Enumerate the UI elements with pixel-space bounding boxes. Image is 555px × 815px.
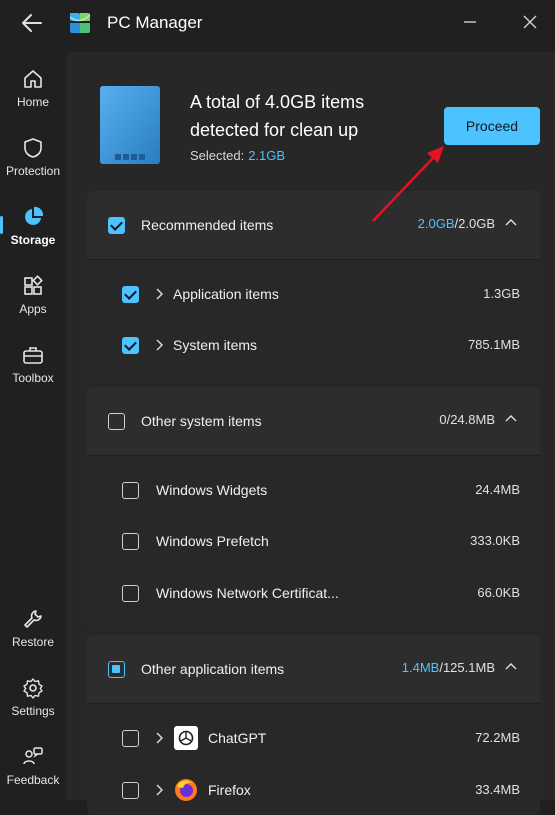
list-item[interactable]: System items 785.1MB [87,311,540,362]
item-label: Windows Network Certificat... [156,585,339,601]
pc-manager-logo-icon [68,11,92,35]
minimize-icon [464,21,476,23]
sidebar-item-label: Storage [10,233,56,247]
other-application-items-list: ChatGPT 72.2MB Firefox 33.4MB [87,704,540,815]
sidebar-item-label: Home [16,95,49,109]
list-item[interactable]: Windows Network Certificat... 66.0KB [87,559,540,611]
chevron-up-icon[interactable] [504,412,518,426]
sidebar-item-label: Toolbox [12,371,54,385]
shield-icon [24,138,42,158]
item-size: 72.2MB [475,730,520,745]
system-items-checkbox[interactable] [122,337,139,354]
other-system-items-checkbox[interactable] [108,413,125,430]
item-size: 785.1MB [467,337,520,352]
recommended-items-list: Application items 1.3GB System items 785… [87,260,540,381]
item-size: 333.0KB [470,533,520,548]
list-item[interactable]: Application items 1.3GB [87,260,540,311]
storage-drive-icon [100,86,160,164]
sidebar-item-label: Settings [11,704,55,718]
sidebar-item-restore[interactable]: Restore [0,596,66,658]
windows-prefetch-checkbox[interactable] [122,533,139,550]
section-size: 2.0GB/2.0GB [417,216,495,231]
other-system-items-header[interactable]: Other system items 0/24.8MB [87,387,540,455]
proceed-button[interactable]: Proceed [444,107,540,145]
sidebar-item-storage[interactable]: Storage [0,194,66,256]
pie-chart-icon [25,206,44,225]
section-label: Recommended items [141,217,274,233]
application-items-checkbox[interactable] [122,286,139,303]
other-application-items-panel: Other application items 1.4MB/125.1MB Ch… [87,635,540,815]
app-title: PC Manager [107,13,203,32]
feedback-icon [23,747,43,765]
selected-summary: Selected: 2.1GB [190,148,285,163]
sidebar-item-label: Feedback [6,773,60,787]
gear-icon [23,678,43,699]
list-item[interactable]: Firefox 33.4MB [87,756,540,808]
active-indicator [0,216,3,234]
sidebar-item-label: Protection [5,164,61,178]
item-label: Windows Prefetch [156,533,269,549]
chevron-right-icon[interactable] [154,783,164,797]
sidebar-item-toolbox[interactable]: Toolbox [0,332,66,394]
item-size: 33.4MB [475,782,520,797]
chatgpt-checkbox[interactable] [122,730,139,747]
sidebar-item-label: Restore [11,635,55,649]
other-system-items-list: Windows Widgets 24.4MB Windows Prefetch … [87,456,540,627]
recommended-items-header[interactable]: Recommended items 2.0GB/2.0GB [87,191,540,259]
recommended-items-checkbox[interactable] [108,217,125,234]
sidebar-item-settings[interactable]: Settings [0,665,66,727]
sidebar-item-protection[interactable]: Protection [0,125,66,187]
chevron-right-icon[interactable] [154,287,164,301]
item-label: System items [173,337,258,353]
title-bar: PC Manager [0,0,555,46]
chevron-up-icon[interactable] [504,660,518,674]
apps-icon [24,275,43,295]
home-icon [24,70,42,88]
list-item[interactable]: Windows Prefetch 333.0KB [87,507,540,559]
other-application-items-checkbox[interactable] [108,661,125,678]
firefox-icon [174,778,198,802]
section-size: 1.4MB/125.1MB [401,660,495,675]
sidebar: Home Protection Storage Apps Toolbox Res… [0,46,66,800]
other-application-items-header[interactable]: Other application items 1.4MB/125.1MB [87,635,540,703]
selected-value: 2.1GB [248,148,286,163]
chevron-up-icon[interactable] [504,216,518,230]
chatgpt-icon [174,726,198,750]
item-size: 24.4MB [475,482,520,497]
item-label: Application items [173,286,279,302]
sidebar-item-feedback[interactable]: Feedback [0,734,66,796]
selected-label: Selected: [190,148,245,163]
section-size: 0/24.8MB [439,412,495,427]
sidebar-item-apps[interactable]: Apps [0,263,66,325]
minimize-button[interactable] [460,12,480,32]
item-label: ChatGPT [208,730,267,746]
windows-network-certificates-checkbox[interactable] [122,585,139,602]
other-system-items-panel: Other system items 0/24.8MB Windows Widg… [87,387,540,627]
item-label: Firefox [208,782,251,798]
list-item[interactable]: Windows Widgets 24.4MB [87,456,540,507]
back-button[interactable] [18,10,46,36]
windows-widgets-checkbox[interactable] [122,482,139,499]
back-arrow-icon [22,14,42,32]
item-size: 66.0KB [477,585,520,600]
cleanup-headline: A total of 4.0GB items detected for clea… [190,92,365,140]
firefox-checkbox[interactable] [122,782,139,799]
item-label: Windows Widgets [156,482,268,498]
item-size: 1.3GB [483,286,520,301]
list-item[interactable]: ChatGPT 72.2MB [87,704,540,756]
chevron-right-icon[interactable] [154,731,164,745]
section-label: Other application items [141,661,285,677]
close-icon [523,15,537,29]
chevron-right-icon[interactable] [154,338,164,352]
wrench-icon [24,610,42,628]
toolbox-icon [23,347,43,364]
section-label: Other system items [141,413,262,429]
recommended-items-panel: Recommended items 2.0GB/2.0GB Applicatio… [87,191,540,381]
sidebar-item-label: Apps [19,302,47,316]
sidebar-item-home[interactable]: Home [0,56,66,118]
close-button[interactable] [520,12,540,32]
